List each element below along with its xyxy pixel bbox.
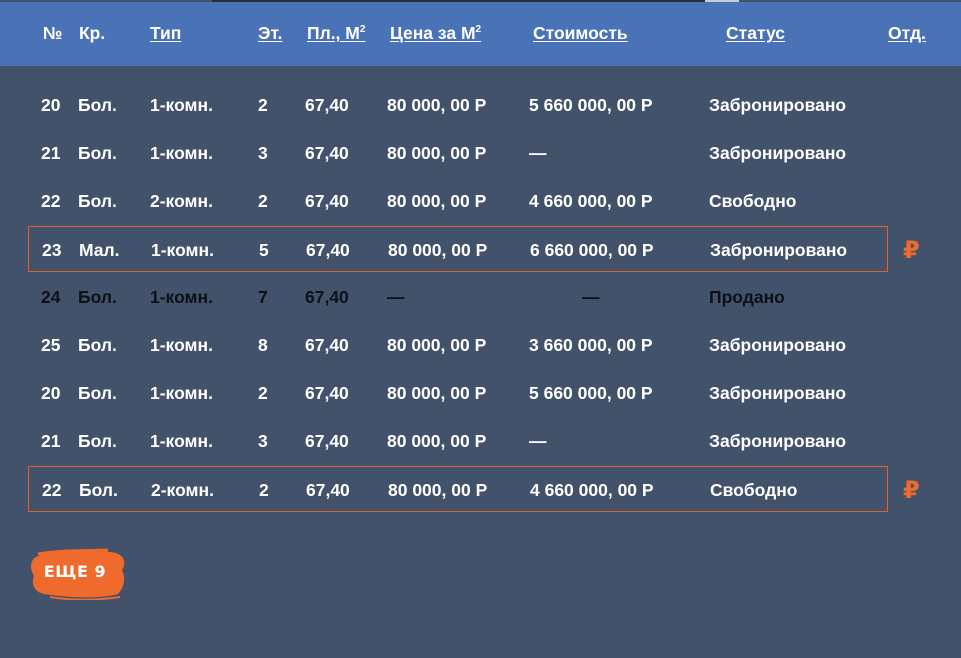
cell-status: Забронировано <box>709 143 847 163</box>
cell-korpus: Бол. <box>78 143 117 163</box>
cell-floor: 5 <box>259 240 269 260</box>
cell-price-per-m2: 80 000, 00 Р <box>387 383 487 403</box>
table-row[interactable]: 20 Бол. 1-комн. 2 67,40 80 000, 00 Р 5 660 000… <box>28 370 888 416</box>
table-row[interactable]: 21 Бол. 1-комн. 3 67,40 80 000, 00 Р — Забронир… <box>28 130 888 176</box>
cell-number: 25 <box>41 335 61 355</box>
table-row[interactable]: 22 Бол. 2-комн. 2 67,40 80 000, 00 Р 4 660 000… <box>28 466 920 512</box>
cell-price-per-m2: 80 000, 00 Р <box>388 240 488 260</box>
cell-status: Забронировано <box>709 335 847 355</box>
cell-cost: — <box>529 431 547 451</box>
cell-number: 22 <box>42 480 62 500</box>
cell-cost: — <box>582 287 600 307</box>
cell-number: 22 <box>41 191 61 211</box>
col-header-type[interactable]: Тип <box>150 23 181 44</box>
cell-korpus: Мал. <box>79 240 120 260</box>
cell-area: 67,40 <box>306 480 350 500</box>
col-header-number: № <box>43 23 63 43</box>
cell-number: 20 <box>41 383 61 403</box>
cell-floor: 2 <box>258 191 268 211</box>
cell-status: Забронировано <box>709 95 847 115</box>
cell-area: 67,40 <box>305 287 349 307</box>
cell-price-per-m2: — <box>387 287 405 307</box>
cell-floor: 3 <box>258 143 268 163</box>
cell-price-per-m2: 80 000, 00 Р <box>387 335 487 355</box>
cell-korpus: Бол. <box>78 383 117 403</box>
cell-area: 67,40 <box>306 240 350 260</box>
cell-type: 1-комн. <box>150 383 213 403</box>
cell-type: 1-комн. <box>150 143 213 163</box>
cell-cost: — <box>529 143 547 163</box>
cell-price-per-m2: 80 000, 00 Р <box>387 95 487 115</box>
cell-number: 21 <box>41 431 61 451</box>
cell-status: Свободно <box>709 191 797 211</box>
cell-floor: 2 <box>259 480 269 500</box>
cell-number: 20 <box>41 95 61 115</box>
cell-status: Продано <box>709 287 785 307</box>
col-header-area[interactable]: Пл., М2 <box>307 23 365 44</box>
cell-type: 1-комн. <box>150 287 213 307</box>
col-header-floor[interactable]: Эт. <box>258 23 282 44</box>
table-header: № Кр. Тип Эт. Пл., М2 Цена за М2 Стоимос… <box>0 2 961 66</box>
table-row[interactable]: 24 Бол. 1-комн. 7 67,40 — — Продано <box>28 274 888 320</box>
cell-floor: 2 <box>258 95 268 115</box>
cell-area: 67,40 <box>305 95 349 115</box>
cell-status: Забронировано <box>710 240 848 260</box>
cell-area: 67,40 <box>305 191 349 211</box>
cell-number: 23 <box>42 240 62 260</box>
cell-korpus: Бол. <box>78 287 117 307</box>
cell-number: 24 <box>41 287 61 307</box>
cell-korpus: Бол. <box>78 335 117 355</box>
cell-floor: 8 <box>258 335 268 355</box>
cell-cost: 4 660 000, 00 Р <box>530 480 654 500</box>
cell-price-per-m2: 80 000, 00 Р <box>387 143 487 163</box>
cell-cost: 4 660 000, 00 Р <box>529 191 653 211</box>
cell-status: Забронировано <box>709 383 847 403</box>
ruble-sign-icon[interactable]: ₽ <box>903 476 920 504</box>
table-row[interactable]: 25 Бол. 1-комн. 8 67,40 80 000, 00 Р 3 660 000… <box>28 322 888 368</box>
cell-type: 1-комн. <box>150 95 213 115</box>
col-header-status[interactable]: Статус <box>726 23 785 44</box>
cell-cost: 5 660 000, 00 Р <box>529 383 653 403</box>
cell-korpus: Бол. <box>78 95 117 115</box>
show-more-button[interactable]: ЕЩЕ 9 <box>30 548 125 600</box>
cell-area: 67,40 <box>305 383 349 403</box>
cell-area: 67,40 <box>305 143 349 163</box>
cell-korpus: Бол. <box>78 431 117 451</box>
show-more-label: ЕЩЕ 9 <box>43 562 107 581</box>
cell-price-per-m2: 80 000, 00 Р <box>388 480 488 500</box>
cell-floor: 2 <box>258 383 268 403</box>
table-row[interactable]: 21 Бол. 1-комн. 3 67,40 80 000, 00 Р — Забронир… <box>28 418 888 464</box>
cell-cost: 5 660 000, 00 Р <box>529 95 653 115</box>
cell-cost: 3 660 000, 00 Р <box>529 335 653 355</box>
cell-floor: 3 <box>258 431 268 451</box>
cell-area: 67,40 <box>305 431 349 451</box>
table-row[interactable]: 20 Бол. 1-комн. 2 67,40 80 000, 00 Р 5 660 000… <box>28 82 888 128</box>
cell-price-per-m2: 80 000, 00 Р <box>387 191 487 211</box>
cell-type: 2-комн. <box>150 191 213 211</box>
cell-floor: 7 <box>258 287 268 307</box>
cell-type: 1-комн. <box>150 431 213 451</box>
ruble-sign-icon[interactable]: ₽ <box>903 236 920 264</box>
cell-type: 1-комн. <box>151 240 214 260</box>
cell-status: Свободно <box>710 480 798 500</box>
cell-type: 2-комн. <box>151 480 214 500</box>
table-row[interactable]: 22 Бол. 2-комн. 2 67,40 80 000, 00 Р 4 660 000… <box>28 178 888 224</box>
table-row[interactable]: 23 Мал. 1-комн. 5 67,40 80 000, 00 Р 6 660 000… <box>28 226 920 272</box>
cell-cost: 6 660 000, 00 Р <box>530 240 654 260</box>
col-header-price-per-m2[interactable]: Цена за М2 <box>390 23 481 44</box>
cell-status: Забронировано <box>709 431 847 451</box>
col-header-cost[interactable]: Стоимость <box>533 23 628 44</box>
cell-price-per-m2: 80 000, 00 Р <box>387 431 487 451</box>
col-header-korpus: Кр. <box>79 23 106 43</box>
cell-korpus: Бол. <box>79 480 118 500</box>
cell-area: 67,40 <box>305 335 349 355</box>
col-header-finish[interactable]: Отд. <box>888 23 926 44</box>
cell-korpus: Бол. <box>78 191 117 211</box>
cell-number: 21 <box>41 143 61 163</box>
cell-type: 1-комн. <box>150 335 213 355</box>
